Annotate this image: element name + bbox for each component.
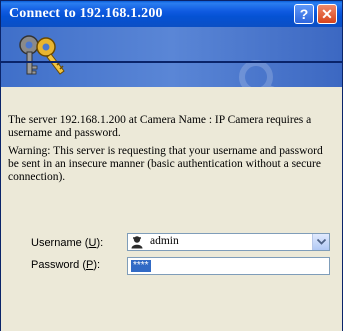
- username-combobox[interactable]: admin: [127, 233, 330, 251]
- username-value[interactable]: admin: [150, 235, 179, 247]
- user-icon: [131, 236, 143, 249]
- close-button[interactable]: ✕: [317, 4, 337, 24]
- username-dropdown-button[interactable]: [312, 234, 329, 250]
- login-dialog: Connect to 192.168.1.200 ? ✕ The server …: [0, 0, 343, 331]
- password-field[interactable]: ****: [127, 257, 330, 275]
- password-label-text: Password: [31, 259, 80, 271]
- password-label-suffix: ):: [93, 259, 101, 271]
- help-button[interactable]: ?: [294, 4, 314, 24]
- chevron-down-icon: [317, 239, 326, 245]
- username-label-suffix: ):: [96, 237, 104, 249]
- password-label: Password (P):: [31, 259, 101, 271]
- banner-divider: [1, 61, 342, 63]
- help-icon: ?: [299, 6, 309, 22]
- keys-icon: [19, 35, 65, 75]
- username-label: Username (U):: [31, 237, 104, 249]
- server-message: The server 192.168.1.200 at Camera Name …: [8, 114, 312, 139]
- username-label-text: Username: [31, 237, 82, 249]
- title-bar[interactable]: Connect to 192.168.1.200 ? ✕: [1, 1, 342, 27]
- close-icon: ✕: [321, 6, 333, 22]
- window-title: Connect to 192.168.1.200: [9, 6, 163, 21]
- security-warning: Warning: This server is requesting that …: [8, 145, 323, 183]
- password-mask: ****: [131, 260, 151, 272]
